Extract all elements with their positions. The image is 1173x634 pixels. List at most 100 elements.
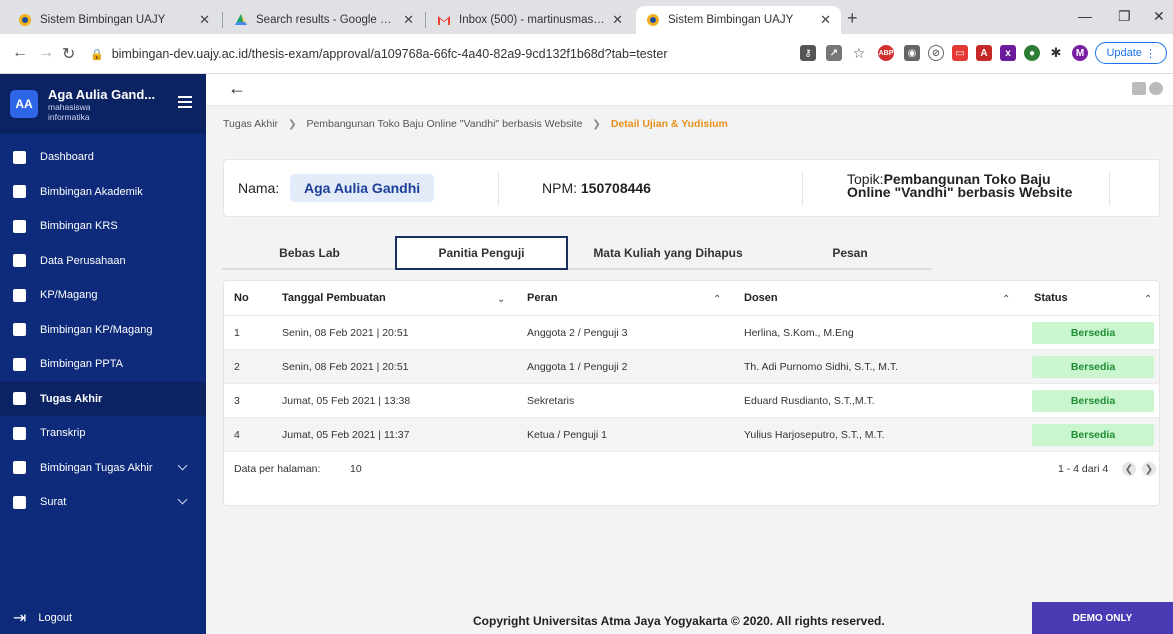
avatar: AA <box>10 90 38 118</box>
tab-panitia-penguji[interactable]: Panitia Penguji <box>395 236 568 270</box>
back-arrow-icon[interactable]: ← <box>12 44 28 62</box>
breadcrumb-item-tugas-akhir[interactable]: Tugas Akhir <box>223 118 278 130</box>
top-bar: ← <box>206 74 1173 106</box>
gmail-icon <box>437 13 451 27</box>
close-icon[interactable]: ✕ <box>199 12 210 28</box>
document-icon <box>13 357 26 371</box>
chevron-left-icon[interactable]: ❮ <box>1122 462 1136 476</box>
block-icon[interactable]: ⊘ <box>928 45 944 61</box>
restore-icon[interactable]: ❐ <box>1118 8 1131 25</box>
table-row: 4 Jumat, 05 Feb 2021 | 11:37 Ketua / Pen… <box>224 417 1159 451</box>
logout-button[interactable]: ⇥ Logout <box>0 602 206 634</box>
topik-value-line2: Online "Vandhi" berbasis Website <box>847 184 1073 200</box>
extension-icon[interactable]: x <box>1000 45 1016 61</box>
share-icon[interactable]: ↗ <box>826 45 842 61</box>
forward-arrow-icon[interactable]: → <box>38 44 54 62</box>
table-row: 3 Jumat, 05 Feb 2021 | 13:38 Sekretaris … <box>224 383 1159 417</box>
cell-dosen: Th. Adi Purnomo Sidhi, S.T., M.T. <box>744 361 899 373</box>
chevron-up-icon[interactable]: ⌃ <box>713 294 721 305</box>
google-drive-icon <box>234 13 248 27</box>
column-header-peran[interactable]: Peran <box>527 281 558 315</box>
cell-dosen: Eduard Rusdianto, S.T.,M.T. <box>744 395 875 407</box>
screencast-icon[interactable]: ▭ <box>952 45 968 61</box>
close-icon[interactable]: ✕ <box>612 12 623 28</box>
chevron-up-icon[interactable]: ⌃ <box>1002 294 1010 305</box>
student-info-card: Nama: Aga Aulia Gandhi NPM: 150708446 To… <box>223 159 1160 217</box>
edit-icon <box>13 219 26 233</box>
user-icon[interactable] <box>1149 82 1163 95</box>
cell-peran: Anggota 1 / Penguji 2 <box>527 361 628 373</box>
divider <box>1109 172 1110 206</box>
chat-icon[interactable] <box>1132 82 1146 95</box>
window-close-icon[interactable]: ✕ <box>1153 8 1165 25</box>
sidebar-item-bimbingan-akademik[interactable]: Bimbingan Akademik <box>0 175 206 210</box>
sidebar-item-label: KP/Magang <box>40 289 98 302</box>
key-icon[interactable]: ⚷ <box>800 45 816 61</box>
per-page-label: Data per halaman: <box>234 463 321 475</box>
back-arrow-icon[interactable]: ← <box>228 78 246 99</box>
adblock-icon[interactable]: ABP <box>878 45 894 61</box>
profile-avatar[interactable]: M <box>1072 45 1088 61</box>
puzzle-icon[interactable]: ✱ <box>1048 45 1064 61</box>
page-tabs: Bebas Lab Panitia Penguji Mata Kuliah ya… <box>222 236 932 270</box>
tab-mata-kuliah-dihapus[interactable]: Mata Kuliah yang Dihapus <box>568 236 768 270</box>
cell-tanggal: Jumat, 05 Feb 2021 | 11:37 <box>282 429 410 441</box>
cell-dosen: Yulius Harjoseputro, S.T., M.T. <box>744 429 885 441</box>
browser-tab-3[interactable]: Inbox (500) - martinusmaslim122 ✕ <box>427 6 633 34</box>
chevron-right-icon: ❯ <box>592 118 601 130</box>
chevron-right-icon: ❯ <box>288 118 297 130</box>
chevron-down-icon <box>177 460 188 470</box>
sidebar-item-bimbingan-krs[interactable]: Bimbingan KRS <box>0 209 206 244</box>
tab-pesan[interactable]: Pesan <box>768 236 932 270</box>
sidebar-item-surat[interactable]: Surat <box>0 485 206 520</box>
sidebar-header: AA Aga Aulia Gand... mahasiswa informati… <box>0 74 206 134</box>
pdf-icon[interactable]: A <box>976 45 992 61</box>
minimize-icon[interactable]: — <box>1078 8 1092 24</box>
student-name: Aga Aulia Gandhi <box>290 174 435 202</box>
npm-field: NPM: 150708446 <box>542 180 651 196</box>
column-header-tanggal[interactable]: Tanggal Pembuatan <box>282 281 386 315</box>
reload-icon[interactable]: ↻ <box>62 44 75 64</box>
chevron-up-icon[interactable]: ⌃ <box>1144 294 1152 305</box>
sidebar-item-dashboard[interactable]: Dashboard <box>0 140 206 175</box>
building-icon <box>13 254 26 268</box>
user-card-icon <box>13 392 26 406</box>
sidebar-item-label: Transkrip <box>40 427 86 440</box>
user-role: mahasiswa <box>48 101 91 112</box>
sidebar-item-bimbingan-kp-magang[interactable]: Bimbingan KP/Magang <box>0 313 206 348</box>
update-button[interactable]: Update ⋮ <box>1095 42 1167 64</box>
column-header-dosen[interactable]: Dosen <box>744 281 778 315</box>
browser-tab-4-active[interactable]: Sistem Bimbingan UAJY ✕ <box>636 6 841 34</box>
chevron-right-icon[interactable]: ❯ <box>1142 462 1156 476</box>
star-icon[interactable]: ☆ <box>851 45 867 61</box>
browser-tab-2[interactable]: Search results - Google Drive ✕ <box>224 6 424 34</box>
breadcrumb-item-thesis[interactable]: Pembangunan Toko Baju Online "Vandhi" be… <box>306 118 582 130</box>
tab-separator <box>425 12 426 28</box>
sidebar-item-kp-magang[interactable]: KP/Magang <box>0 278 206 313</box>
sidebar-item-bimbingan-tugas-akhir[interactable]: Bimbingan Tugas Akhir <box>0 451 206 486</box>
hamburger-menu-icon[interactable] <box>178 96 192 108</box>
browser-tab-1[interactable]: Sistem Bimbingan UAJY ✕ <box>8 6 220 34</box>
sidebar-item-bimbingan-ppta[interactable]: Bimbingan PPTA <box>0 347 206 382</box>
sidebar-item-tugas-akhir[interactable]: Tugas Akhir <box>0 381 206 416</box>
chevron-down-icon[interactable]: ⌄ <box>497 294 505 305</box>
user-name: Aga Aulia Gand... <box>48 86 156 102</box>
tab-title: Sistem Bimbingan UAJY <box>40 14 166 26</box>
per-page-select[interactable]: 10 <box>350 452 362 486</box>
sidebar-item-transkrip[interactable]: Transkrip <box>0 416 206 451</box>
tab-bebas-lab[interactable]: Bebas Lab <box>222 236 397 270</box>
breadcrumb-current: Detail Ujian & Yudisium <box>610 118 728 130</box>
camera-icon[interactable]: ◉ <box>904 45 920 61</box>
close-icon[interactable]: ✕ <box>403 12 414 28</box>
top-icons <box>1129 82 1165 96</box>
globe-icon[interactable]: ● <box>1024 45 1040 61</box>
sidebar-item-data-perusahaan[interactable]: Data Perusahaan <box>0 244 206 279</box>
new-tab-icon[interactable]: + <box>847 8 858 29</box>
mail-icon <box>13 495 26 509</box>
status-badge: Bersedia <box>1032 322 1154 344</box>
pagination-range: 1 - 4 dari 4 <box>1058 463 1109 475</box>
copyright-text: Copyright Universitas Atma Jaya Yogyakar… <box>473 614 885 628</box>
sidebar-item-label: Bimbingan KP/Magang <box>40 323 153 336</box>
column-header-status[interactable]: Status <box>1034 281 1068 315</box>
close-icon[interactable]: ✕ <box>820 12 831 28</box>
